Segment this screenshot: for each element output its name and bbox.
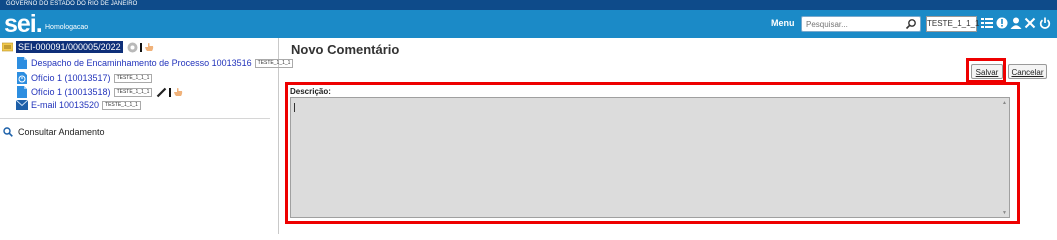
- unit-selector[interactable]: TESTE_1_1_1: [926, 16, 979, 32]
- process-row[interactable]: SEI-000091/000005/2022: [2, 41, 154, 53]
- info-icon[interactable]: [996, 16, 1008, 30]
- process-tree-panel: SEI-000091/000005/2022 Despacho de Encam…: [0, 38, 294, 234]
- consult-history-link[interactable]: Consultar Andamento: [3, 127, 105, 137]
- document-link[interactable]: Ofício 1 (10013518): [31, 87, 111, 97]
- consult-history-label[interactable]: Consultar Andamento: [18, 127, 105, 137]
- government-banner: GOVERNO DO ESTADO DO RIO DE JANEIRO: [0, 0, 1057, 10]
- tree-document-row[interactable]: E-mail 10013520 TESTE_1_1_1: [16, 100, 141, 110]
- power-icon[interactable]: [1039, 16, 1051, 30]
- marker-icon: [169, 87, 172, 97]
- pen-icon[interactable]: [156, 87, 167, 98]
- envelope-icon: [16, 100, 28, 110]
- tools-icon[interactable]: [1024, 16, 1036, 30]
- page-title: Novo Comentário: [291, 42, 400, 57]
- save-button[interactable]: Salvar: [971, 64, 1003, 79]
- environment-label: Homologacao: [45, 24, 89, 31]
- document-link[interactable]: Ofício 1 (10013517): [31, 73, 111, 83]
- hand-pointer-icon[interactable]: [173, 87, 183, 97]
- document-icon: [17, 86, 27, 98]
- folder-icon: [2, 42, 13, 52]
- government-banner-text: GOVERNO DO ESTADO DO RIO DE JANEIRO: [6, 1, 138, 7]
- cancel-button[interactable]: Cancelar: [1008, 64, 1047, 79]
- description-textarea[interactable]: [290, 97, 1010, 218]
- tree-document-row[interactable]: Despacho de Encaminhamento de Processo 1…: [17, 57, 294, 69]
- document-icon: [17, 57, 27, 69]
- top-header: sei. Homologacao Menu TESTE_1_1_1: [0, 10, 1057, 38]
- sidebar-divider: [0, 118, 270, 119]
- scroll-up-arrow-icon[interactable]: ▲: [1002, 100, 1007, 106]
- search-icon[interactable]: [905, 18, 917, 30]
- description-label: Descrição:: [290, 87, 331, 96]
- grid-icon[interactable]: [981, 16, 993, 30]
- process-number[interactable]: SEI-000091/000005/2022: [16, 41, 123, 53]
- document-link[interactable]: E-mail 10013520: [31, 100, 99, 110]
- menu-button[interactable]: Menu: [771, 18, 795, 28]
- unit-tag: TESTE_1_1_1: [254, 58, 294, 68]
- scroll-down-arrow-icon[interactable]: ▼: [1002, 210, 1007, 216]
- unit-tag: TESTE_1_1_1: [113, 73, 153, 83]
- user-icon[interactable]: [1010, 16, 1022, 30]
- cancel-button-label: Cancelar: [1011, 68, 1044, 77]
- document-link[interactable]: Despacho de Encaminhamento de Processo 1…: [31, 58, 252, 68]
- search-icon: [3, 127, 13, 137]
- hand-pointer-icon[interactable]: [144, 42, 154, 52]
- search-input[interactable]: [802, 17, 906, 31]
- tree-document-row[interactable]: Ofício 1 (10013518) TESTE_1_1_1: [17, 86, 183, 98]
- document-clock-icon: [17, 72, 27, 84]
- tree-document-row[interactable]: Ofício 1 (10013517) TESTE_1_1_1: [17, 72, 153, 84]
- unit-tag: TESTE_1_1_1: [102, 100, 141, 110]
- sei-logo[interactable]: sei.: [4, 11, 43, 37]
- save-button-label: Salvar: [975, 68, 999, 77]
- marker-icon: [139, 42, 142, 52]
- text-cursor: [294, 103, 295, 112]
- search-box: [801, 16, 921, 32]
- process-status-icon: [127, 42, 138, 52]
- unit-tag: TESTE_1_1_1: [113, 87, 153, 97]
